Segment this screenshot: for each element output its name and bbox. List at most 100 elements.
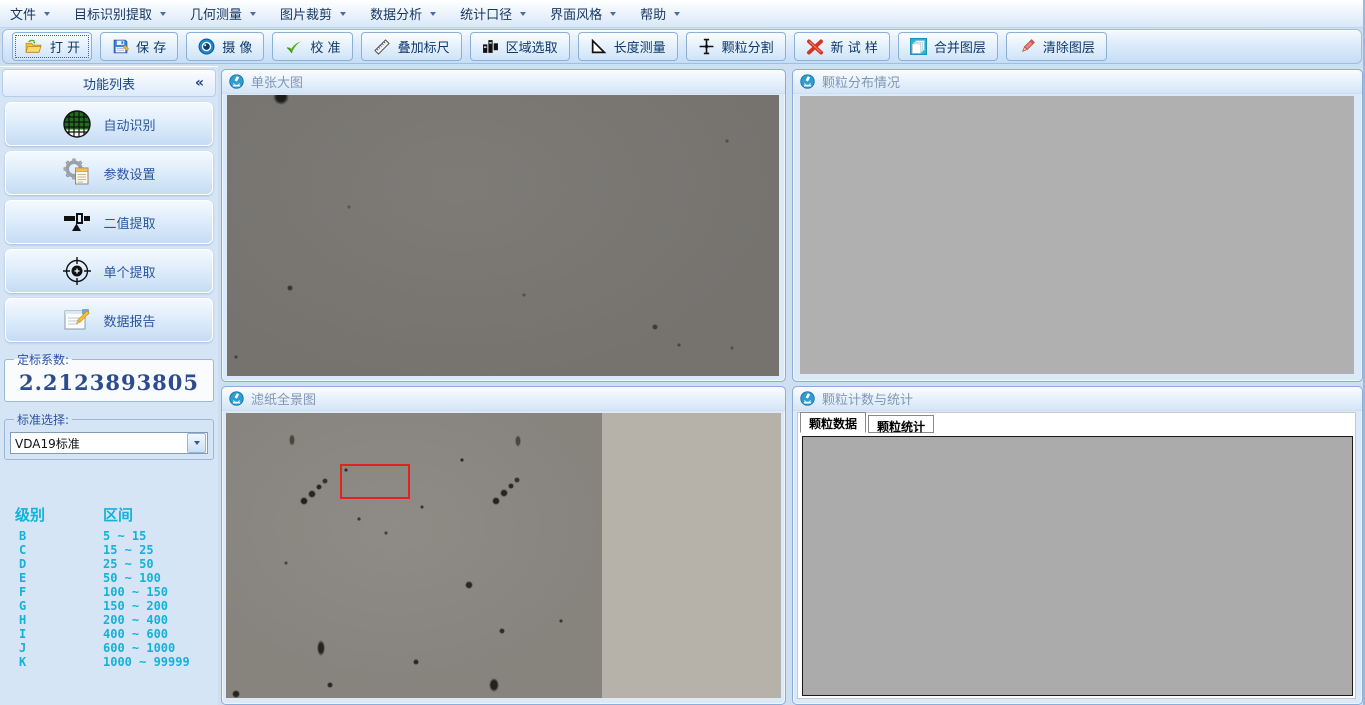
grade-row: G150 ~ 200 — [15, 599, 210, 613]
overlay-ruler-button[interactable]: 叠加标尺 — [361, 32, 462, 61]
parameter-settings-icon — [62, 158, 92, 188]
auto-recognize-icon — [62, 109, 92, 139]
chevron-down-icon — [674, 12, 680, 16]
panel-title: 单张大图 — [251, 72, 303, 91]
grade-row: E50 ~ 100 — [15, 571, 210, 585]
menu-target-extract[interactable]: 目标识别提取 — [74, 4, 166, 23]
open-folder-icon — [24, 38, 43, 55]
statistics-tabs: 颗粒数据 颗粒统计 — [798, 413, 1355, 433]
standard-label: 标准选择: — [14, 411, 72, 428]
statistics-content: 颗粒数据 颗粒统计 — [797, 412, 1356, 699]
chevron-down-icon — [520, 12, 526, 16]
region-select-button[interactable]: 区域选取 — [470, 32, 570, 61]
standard-select[interactable]: VDA19标准 — [10, 432, 208, 454]
grade-row: H200 ~ 400 — [15, 613, 210, 627]
statistics-panel: 颗粒计数与统计 颗粒数据 颗粒统计 — [792, 386, 1363, 705]
single-image-panel-header: 单张大图 — [222, 70, 785, 94]
save-button[interactable]: 保 存 — [100, 32, 178, 61]
menu-statistic-scope[interactable]: 统计口径 — [460, 4, 526, 23]
grade-row: K1000 ~ 99999 — [15, 655, 210, 669]
distribution-panel-header: 颗粒分布情况 — [793, 70, 1362, 94]
panel-title: 颗粒计数与统计 — [822, 389, 913, 408]
standard-select-value: VDA19标准 — [11, 435, 187, 452]
chevron-down-icon — [160, 12, 166, 16]
particle-split-button[interactable]: 颗粒分割 — [686, 32, 786, 61]
collapse-sidebar-icon[interactable]: « — [195, 75, 204, 91]
grade-row: B5 ~ 15 — [15, 529, 210, 543]
statistics-panel-header: 颗粒计数与统计 — [793, 387, 1362, 411]
camera-button[interactable]: 摄 像 — [186, 32, 264, 61]
new-sample-button[interactable]: 新 试 样 — [794, 32, 890, 61]
chevron-down-icon — [340, 12, 346, 16]
chevron-down-icon — [610, 12, 616, 16]
menu-file[interactable]: 文件 — [10, 4, 50, 23]
parameter-settings-button[interactable]: 参数设置 — [5, 151, 213, 195]
app-window: 文件 目标识别提取 几何测量 图片裁剪 数据分析 统计口径 界面风格 帮助 打 … — [0, 0, 1365, 705]
grade-row: C15 ~ 25 — [15, 543, 210, 557]
region-bars-icon — [482, 38, 499, 55]
grade-row: I400 ~ 600 — [15, 627, 210, 641]
sidebar-header: 功能列表 « — [2, 69, 216, 97]
save-icon — [112, 38, 129, 55]
grade-row: F100 ~ 150 — [15, 585, 210, 599]
merge-layers-icon — [910, 38, 927, 55]
grade-range-header: 区间 — [103, 504, 210, 525]
standard-group: 标准选择: VDA19标准 — [4, 411, 214, 460]
panel-title: 滤纸全景图 — [251, 389, 316, 408]
clear-layers-pencil-icon — [1018, 38, 1036, 56]
triangle-ruler-icon — [590, 38, 607, 55]
tab-particle-data[interactable]: 颗粒数据 — [800, 412, 866, 433]
single-extract-icon — [62, 256, 92, 286]
length-measure-button[interactable]: 长度测量 — [578, 32, 678, 61]
binary-extract-button[interactable]: 二值提取 — [5, 200, 213, 244]
single-image-panel: 单张大图 — [221, 69, 786, 382]
filter-overview-panel-header: 滤纸全景图 — [222, 387, 785, 411]
binary-extract-icon — [62, 207, 92, 237]
dropdown-arrow-icon[interactable] — [187, 433, 206, 453]
grade-level-header: 级别 — [15, 504, 103, 525]
calibration-label: 定标系数: — [14, 351, 72, 368]
statistics-grid-placeholder — [802, 436, 1353, 696]
camera-icon — [198, 38, 215, 55]
menu-help[interactable]: 帮助 — [640, 4, 680, 23]
calibration-value: 2.2123893805 — [9, 369, 209, 398]
microscope-icon — [800, 391, 815, 406]
selection-rectangle[interactable] — [340, 464, 410, 499]
single-extract-button[interactable]: 单个提取 — [5, 249, 213, 293]
calibrate-button[interactable]: 校 准 — [272, 32, 352, 61]
sidebar-title: 功能列表 — [83, 74, 135, 93]
auto-recognize-button[interactable]: 自动识别 — [5, 102, 213, 146]
distribution-panel: 颗粒分布情况 — [792, 69, 1363, 382]
single-image-canvas[interactable] — [227, 95, 779, 376]
microscope-icon — [229, 74, 244, 89]
menu-image-crop[interactable]: 图片裁剪 — [280, 4, 346, 23]
menu-geometry-measure[interactable]: 几何测量 — [190, 4, 256, 23]
calibrate-check-icon — [284, 38, 303, 55]
filter-overview-panel: 滤纸全景图 — [221, 386, 786, 705]
microscope-icon — [229, 391, 244, 406]
chevron-down-icon — [250, 12, 256, 16]
chevron-down-icon — [44, 12, 50, 16]
sidebar: 功能列表 « 自动识别 参数设置 二值提取 单个提取 数据报告 定标系数: 2.… — [0, 66, 218, 705]
data-report-button[interactable]: 数据报告 — [5, 298, 213, 342]
merge-layers-button[interactable]: 合并图层 — [898, 32, 998, 61]
menu-data-analysis[interactable]: 数据分析 — [370, 4, 436, 23]
new-sample-x-icon — [806, 38, 824, 56]
particle-split-icon — [698, 38, 715, 55]
filter-overview-area — [226, 413, 781, 698]
panel-title: 颗粒分布情况 — [822, 72, 900, 91]
menu-bar: 文件 目标识别提取 几何测量 图片裁剪 数据分析 统计口径 界面风格 帮助 — [0, 0, 1363, 28]
chevron-down-icon — [430, 12, 436, 16]
clear-layers-button[interactable]: 清除图层 — [1006, 32, 1107, 61]
open-button[interactable]: 打 开 — [12, 32, 92, 61]
microscope-icon — [800, 74, 815, 89]
grade-table: 级别 区间 B5 ~ 15 C15 ~ 25 D25 ~ 50 E50 ~ 10… — [15, 504, 210, 669]
distribution-placeholder — [800, 96, 1354, 374]
filter-overview-canvas[interactable] — [226, 413, 602, 698]
grade-row: D25 ~ 50 — [15, 557, 210, 571]
overlay-ruler-icon — [373, 38, 391, 56]
tab-particle-statistics[interactable]: 颗粒统计 — [868, 415, 934, 433]
calibration-group: 定标系数: 2.2123893805 — [4, 351, 214, 402]
grade-row: J600 ~ 1000 — [15, 641, 210, 655]
menu-ui-style[interactable]: 界面风格 — [550, 4, 616, 23]
